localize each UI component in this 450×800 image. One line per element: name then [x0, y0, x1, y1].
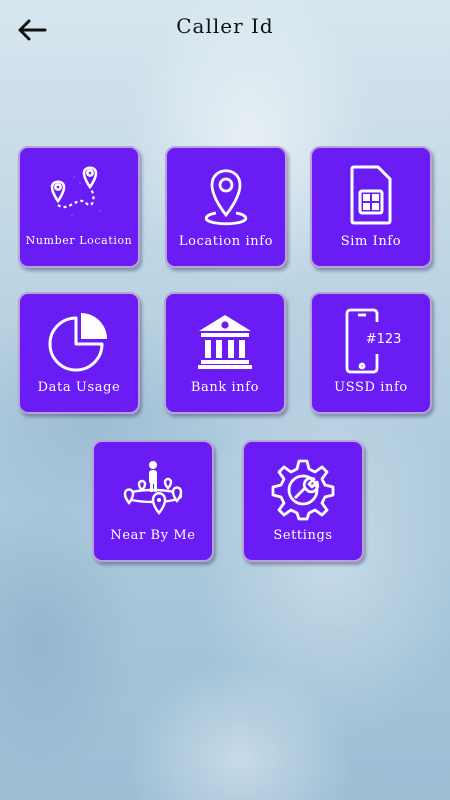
page-title: Caller Id — [176, 14, 274, 38]
bank-icon — [166, 306, 284, 376]
near-by-me-button[interactable]: Near By Me — [92, 440, 214, 562]
sim-info-button[interactable]: Sim Info — [310, 146, 432, 268]
data-usage-label: Data Usage — [37, 380, 121, 395]
nearby-people-icon — [94, 454, 212, 524]
settings-label: Settings — [273, 528, 333, 543]
ussd-info-label: USSD info — [334, 380, 408, 395]
map-pin-icon — [167, 160, 285, 230]
pie-chart-icon — [20, 306, 138, 376]
number-location-button[interactable]: Number Location — [18, 146, 140, 268]
sim-info-label: Sim Info — [340, 234, 402, 249]
location-info-button[interactable]: Location info — [165, 146, 287, 268]
ussd-code-text: #123# — [366, 332, 401, 347]
bank-info-label: Bank info — [190, 380, 260, 395]
app-bar: Caller Id — [0, 0, 450, 60]
gear-wrench-icon — [244, 454, 362, 524]
settings-button[interactable]: Settings — [242, 440, 364, 562]
near-by-me-label: Near By Me — [110, 528, 196, 543]
map-route-icon — [20, 160, 138, 230]
bank-info-button[interactable]: Bank info — [164, 292, 286, 414]
number-location-label: Number Location — [25, 234, 133, 247]
phone-ussd-icon: #123# — [312, 306, 430, 376]
location-info-label: Location info — [178, 234, 274, 249]
ussd-info-button[interactable]: #123# USSD info — [310, 292, 432, 414]
data-usage-button[interactable]: Data Usage — [18, 292, 140, 414]
sim-card-icon — [312, 160, 430, 230]
